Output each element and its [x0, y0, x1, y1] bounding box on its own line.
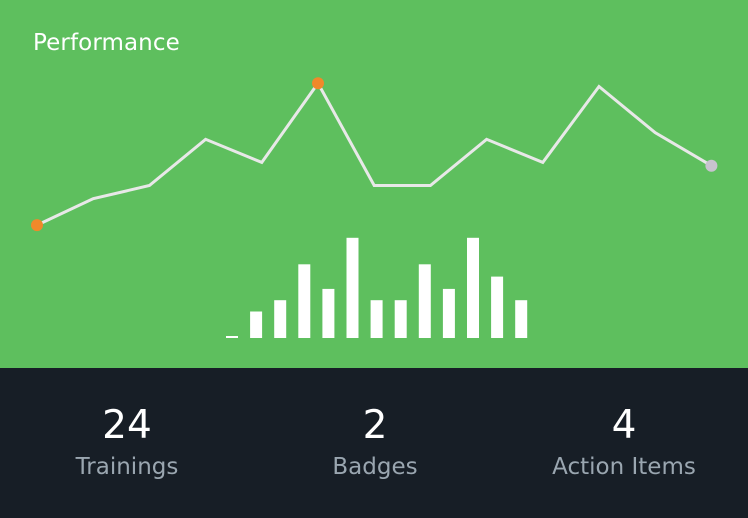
trend-point-5 [312, 77, 324, 90]
bar-1 [250, 311, 263, 338]
badges-count: 2 [362, 403, 388, 448]
bar-0 [226, 336, 238, 338]
bar-8 [418, 264, 431, 338]
bar-10 [467, 237, 479, 338]
stats-bar: 24 Trainings 2 Badges 4 Action Items [0, 368, 748, 518]
bar-12 [515, 300, 528, 338]
stat-action-items[interactable]: 4 Action Items [499, 368, 748, 518]
trend-point-12 [705, 159, 718, 172]
performance-trend-line [35, 80, 713, 227]
trainings-count: 24 [102, 403, 152, 448]
bar-2 [274, 300, 287, 338]
performance-card: Performance 24 Trainings 2 Badges 4 Acti… [0, 0, 748, 518]
trend-point-0 [31, 219, 43, 232]
bar-6 [370, 300, 383, 338]
stat-badges[interactable]: 2 Badges [250, 368, 500, 518]
bar-11 [491, 276, 504, 338]
action-items-count: 4 [611, 403, 637, 448]
bar-4 [322, 288, 335, 338]
bar-9 [442, 288, 455, 338]
badges-label: Badges [332, 454, 418, 480]
action-items-label: Action Items [552, 454, 696, 480]
performance-panel: Performance [0, 0, 748, 368]
bar-5 [346, 237, 359, 338]
bar-7 [394, 300, 407, 338]
bar-3 [298, 264, 311, 338]
stat-trainings[interactable]: 24 Trainings [2, 368, 252, 518]
trainings-label: Trainings [75, 454, 179, 480]
performance-chart [31, 77, 718, 338]
